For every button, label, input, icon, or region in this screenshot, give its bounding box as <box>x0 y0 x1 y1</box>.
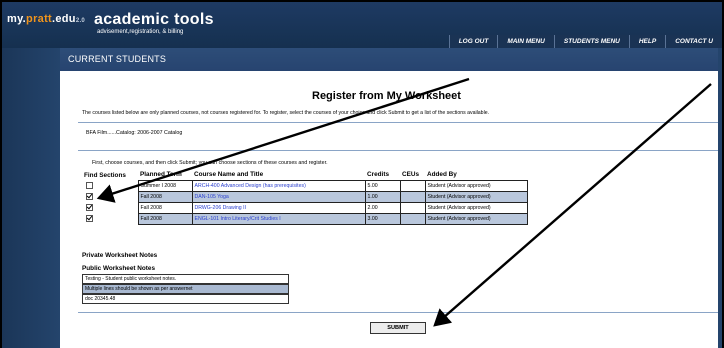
col-credits: Credits <box>367 171 390 179</box>
find-sections-cell <box>82 180 138 191</box>
section-bar: CURRENT STUDENTS <box>60 48 722 71</box>
logo-pratt: pratt <box>26 13 52 25</box>
course-name-cell: DAN-105 Yoga <box>191 190 366 203</box>
course-name-cell: DRWG-206 Drawing II <box>191 201 366 214</box>
table-row: Fall 2008 DRWG-206 Drawing II 2.00 Stude… <box>82 201 528 214</box>
app-title: academic tools <box>94 11 214 28</box>
section-title: CURRENT STUDENTS <box>68 54 167 64</box>
instructions-text: First, choose courses, and then click Su… <box>92 160 328 166</box>
col-added-by: Added By <box>427 171 457 179</box>
right-sidebar <box>718 48 722 348</box>
added-by-cell: Student (Advisor approved) <box>424 179 528 192</box>
private-notes-heading: Private Worksheet Notes <box>82 252 158 259</box>
col-find-sections: Find Sections <box>84 171 126 179</box>
table-row: Fall 2008 ENGL-101 Intro Literary/Crit S… <box>82 212 528 225</box>
left-sidebar <box>2 48 60 348</box>
nav-main-menu[interactable]: MAIN MENU <box>497 35 554 48</box>
submit-button[interactable]: SUBMIT <box>370 322 426 334</box>
credits-cell: 2.00 <box>364 201 401 214</box>
main-content: Register from My Worksheet The courses l… <box>60 71 718 348</box>
find-sections-checkbox[interactable] <box>86 215 93 222</box>
find-sections-cell <box>82 191 138 202</box>
worksheet-table: Find Sections Planned Term Course Name a… <box>82 170 528 225</box>
find-sections-cell <box>82 213 138 224</box>
public-note-line: Testing - Student public worksheet notes… <box>82 274 289 284</box>
credits-cell: 1.00 <box>364 190 401 203</box>
logo-my: my. <box>7 13 27 25</box>
added-by-cell: Student (Advisor approved) <box>424 190 528 203</box>
planned-term-cell: Fall 2008 <box>137 212 193 225</box>
find-sections-cell <box>82 202 138 213</box>
course-link[interactable]: DRWG-206 Drawing II <box>195 205 247 211</box>
col-course-name: Course Name and Title <box>194 171 264 179</box>
nav-help[interactable]: HELP <box>628 35 665 48</box>
added-by-cell: Student (Advisor approved) <box>424 201 528 214</box>
course-link[interactable]: DAN-105 Yoga <box>195 194 229 200</box>
credits-cell: 3.00 <box>364 212 401 225</box>
course-name-cell: ENGL-101 Intro Literary/Crit Studies I <box>191 212 366 225</box>
divider <box>78 122 718 123</box>
ceus-cell <box>399 212 426 225</box>
logo-version: 2.0 <box>75 18 86 24</box>
catalog-info: BFA Film......Catalog: 2006-2007 Catalog <box>86 130 183 136</box>
ceus-cell <box>399 179 426 192</box>
find-sections-checkbox[interactable] <box>86 193 93 200</box>
credits-cell: 5.00 <box>364 179 401 192</box>
app-subtitle: advisement,registration, & billing <box>97 29 184 35</box>
table-header-row: Find Sections Planned Term Course Name a… <box>82 170 527 180</box>
course-link[interactable]: ARCH-400 Advanced Design (has prerequisi… <box>195 183 306 189</box>
public-notes-heading: Public Worksheet Notes <box>82 265 156 272</box>
top-header: my.pratt.edu2.0 academic tools advisemen… <box>2 2 722 48</box>
table-row: Summer I 2008 ARCH-400 Advanced Design (… <box>82 179 528 192</box>
top-nav: LOG OUT MAIN MENU STUDENTS MENU HELP CON… <box>448 35 722 48</box>
course-name-cell: ARCH-400 Advanced Design (has prerequisi… <box>191 179 366 192</box>
planned-term-cell: Fall 2008 <box>137 190 193 203</box>
divider <box>78 150 718 151</box>
planned-term-cell: Fall 2008 <box>137 201 193 214</box>
col-planned-term: Planned Term <box>140 171 182 179</box>
site-logo[interactable]: my.pratt.edu2.0 <box>7 13 85 25</box>
public-note-line: doc 20345.48 <box>82 294 289 304</box>
logo-edu: .edu <box>52 13 76 25</box>
intro-text: The courses listed below are only planne… <box>82 110 490 116</box>
nav-log-out[interactable]: LOG OUT <box>448 35 498 48</box>
find-sections-checkbox[interactable] <box>86 204 93 211</box>
page-title: Register from My Worksheet <box>312 90 461 102</box>
nav-contact[interactable]: CONTACT U <box>665 35 722 48</box>
ceus-cell <box>399 201 426 214</box>
planned-term-cell: Summer I 2008 <box>137 179 193 192</box>
course-link[interactable]: ENGL-101 Intro Literary/Crit Studies I <box>195 216 281 222</box>
added-by-cell: Student (Advisor approved) <box>424 212 528 225</box>
find-sections-checkbox[interactable] <box>86 182 93 189</box>
public-note-line: Multiple lines should be shown as per an… <box>82 284 289 294</box>
nav-students-menu[interactable]: STUDENTS MENU <box>553 35 629 48</box>
ceus-cell <box>399 190 426 203</box>
divider <box>78 312 718 313</box>
col-ceus: CEUs <box>402 171 420 179</box>
table-row: Fall 2008 DAN-105 Yoga 1.00 Student (Adv… <box>82 190 528 203</box>
